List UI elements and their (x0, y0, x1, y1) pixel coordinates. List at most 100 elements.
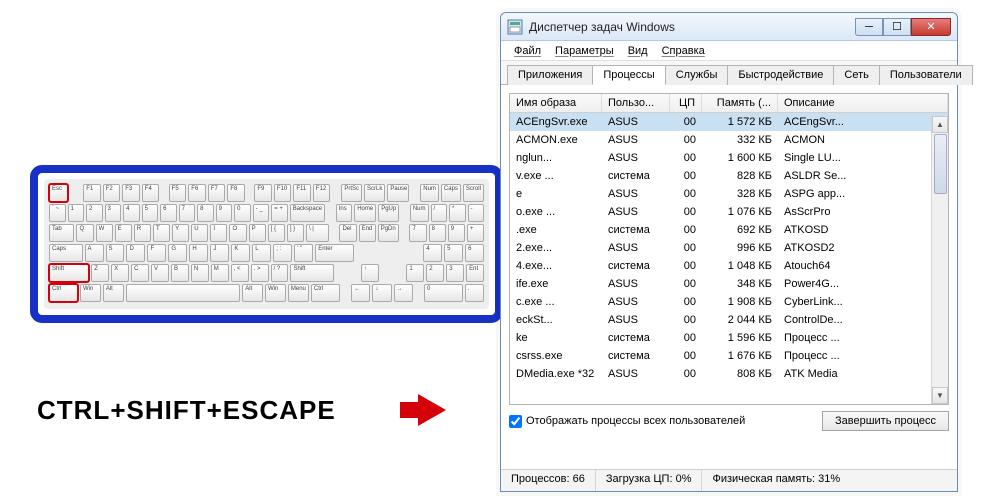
key-shift: Shift (290, 264, 333, 282)
key-caps: Caps (441, 184, 461, 202)
tab-4[interactable]: Сеть (833, 65, 879, 85)
key-u: U (191, 224, 208, 242)
menu-bar: ФайлПараметрыВидСправка (501, 41, 957, 61)
table-row[interactable]: o.exe ...ASUS001 076 КБAsScrPro (510, 203, 948, 221)
key-6: 6 (160, 204, 177, 222)
key--: ↑ (361, 264, 379, 282)
menu-item[interactable]: Справка (655, 43, 712, 59)
tab-0[interactable]: Приложения (507, 65, 593, 85)
tab-5[interactable]: Пользователи (879, 65, 973, 85)
key--: = + (271, 204, 288, 222)
key-d: D (126, 244, 145, 262)
key-4: 4 (123, 204, 140, 222)
vertical-scrollbar[interactable]: ▲ ▼ (931, 116, 948, 404)
close-button[interactable]: ✕ (911, 18, 951, 36)
table-row[interactable]: .exeсистема00692 КБATKOSD (510, 221, 948, 239)
key-f11: F11 (293, 184, 311, 202)
key-1: 1 (68, 204, 85, 222)
key-2: 2 (86, 204, 103, 222)
table-row[interactable]: v.exe ...система00828 КБASLDR Se... (510, 167, 948, 185)
key-scroll: Scroll (463, 184, 484, 202)
menu-item[interactable]: Вид (621, 43, 655, 59)
key-i: I (210, 224, 227, 242)
key-f6: F6 (188, 184, 206, 202)
table-row[interactable]: 2.exe...ASUS00996 КБATKOSD2 (510, 239, 948, 257)
scroll-up-button[interactable]: ▲ (932, 116, 948, 133)
key--: . > (251, 264, 269, 282)
key-f7: F7 (208, 184, 226, 202)
process-table[interactable]: Имя образа Пользо... ЦП Память (... Опис… (509, 93, 949, 405)
status-procs: Процессов: 66 (501, 470, 596, 491)
key-space (126, 284, 241, 302)
table-row[interactable]: eckSt...ASUS002 044 КБControlDe... (510, 311, 948, 329)
menu-item[interactable]: Файл (507, 43, 548, 59)
key-win: Win (80, 284, 101, 302)
tab-1[interactable]: Процессы (592, 65, 665, 85)
window-title: Диспетчер задач Windows (529, 20, 855, 34)
key-pgdn: PgDn (378, 224, 399, 242)
col-user[interactable]: Пользо... (602, 94, 670, 112)
key-a: A (85, 244, 104, 262)
menu-item[interactable]: Параметры (548, 43, 621, 59)
table-row[interactable]: DMedia.exe *32ASUS00808 КБATK Media (510, 365, 948, 383)
key--: * (449, 204, 466, 222)
tab-2[interactable]: Службы (665, 65, 729, 85)
table-row[interactable]: nglun...ASUS001 600 КБSingle LU... (510, 149, 948, 167)
key-5: 5 (444, 244, 463, 262)
col-image[interactable]: Имя образа (510, 94, 602, 112)
key-f3: F3 (122, 184, 140, 202)
key--: ` ~ (49, 204, 66, 222)
key-space (401, 224, 408, 242)
key-space (332, 184, 339, 202)
key--: / (431, 204, 448, 222)
key-f1: F1 (83, 184, 101, 202)
end-process-button[interactable]: Завершить процесс (822, 411, 949, 431)
col-cpu[interactable]: ЦП (670, 94, 702, 112)
key-q: Q (76, 224, 93, 242)
key-space (356, 244, 422, 262)
key-f12: F12 (313, 184, 331, 202)
key-space (381, 264, 404, 282)
maximize-button[interactable]: ☐ (883, 18, 911, 36)
key-home: Home (354, 204, 376, 222)
key--: - (468, 204, 485, 222)
shortcut-text: CTRL+SHIFT+ESCAPE (37, 395, 336, 426)
key-n: N (191, 264, 209, 282)
key--: ] } (287, 224, 304, 242)
status-cpu: Загрузка ЦП: 0% (596, 470, 703, 491)
key-6: 6 (465, 244, 484, 262)
tab-3[interactable]: Быстродействие (727, 65, 834, 85)
key-pause: Pause (387, 184, 409, 202)
col-mem[interactable]: Память (... (702, 94, 778, 112)
key-tab: Tab (49, 224, 74, 242)
titlebar[interactable]: Диспетчер задач Windows ─ ☐ ✕ (501, 13, 957, 41)
table-row[interactable]: ife.exeASUS00348 КБPower4G... (510, 275, 948, 293)
key-3: 3 (105, 204, 122, 222)
key-del: Del (339, 224, 356, 242)
key-f4: F4 (142, 184, 160, 202)
key-win: Win (265, 284, 286, 302)
table-row[interactable]: ACEngSvr.exeASUS001 572 КБACEngSvr... (510, 113, 948, 131)
table-row[interactable]: 4.exe...система001 048 КБAtouch64 (510, 257, 948, 275)
key-space (411, 184, 418, 202)
key-f9: F9 (254, 184, 272, 202)
table-row[interactable]: eASUS00328 КБASPG app... (510, 185, 948, 203)
show-all-users-checkbox[interactable]: Отображать процессы всех пользователей (509, 415, 745, 428)
table-row[interactable]: ACMON.exeASUS00332 КБACMON (510, 131, 948, 149)
key-prtsc: PrtSc (341, 184, 362, 202)
table-row[interactable]: c.exe ...ASUS001 908 КБCyberLink... (510, 293, 948, 311)
key-3: 3 (446, 264, 464, 282)
key-space (342, 284, 349, 302)
col-desc[interactable]: Описание (778, 94, 948, 112)
minimize-button[interactable]: ─ (855, 18, 883, 36)
key-5: 5 (142, 204, 159, 222)
key--: → (394, 284, 413, 302)
key-f: F (147, 244, 166, 262)
table-row[interactable]: keсистема001 596 КБПроцесс ... (510, 329, 948, 347)
table-row[interactable]: csrss.exeсистема001 676 КБПроцесс ... (510, 347, 948, 365)
table-header[interactable]: Имя образа Пользо... ЦП Память (... Опис… (510, 94, 948, 113)
key-ctrl: Ctrl (49, 284, 78, 302)
scroll-down-button[interactable]: ▼ (932, 387, 948, 404)
scroll-thumb[interactable] (934, 134, 947, 194)
key--: - _ (253, 204, 270, 222)
